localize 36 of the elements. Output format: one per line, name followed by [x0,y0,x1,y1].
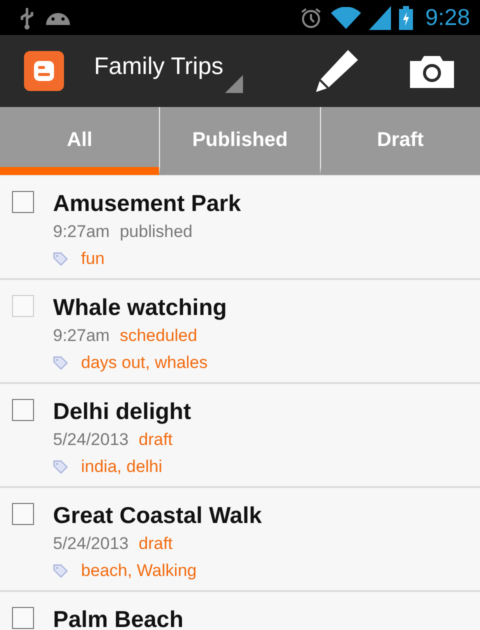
checkbox[interactable] [12,607,34,629]
wifi-icon [331,6,362,28]
post-title: Great Coastal Walk [53,501,262,530]
tag-icon [53,252,68,266]
post-status: scheduled [120,325,198,347]
tag-icon [53,564,68,578]
post-labels: days out, whales [81,352,208,374]
checkbox[interactable] [12,503,34,525]
post-title: Amusement Park [53,189,241,218]
signal-icon [369,6,392,30]
post-labels: fun [81,248,105,270]
dropdown-corner-icon [225,75,244,93]
usb-icon [18,6,36,30]
alarm-icon [299,6,324,30]
post-status: draft [138,533,173,555]
post-time: 5/24/2013 [53,533,129,555]
post-title: Whale watching [53,293,227,322]
tag-icon [53,460,68,474]
pencil-icon[interactable] [314,48,360,94]
checkbox[interactable] [12,191,34,213]
post-time: 5/24/2013 [53,429,129,451]
post-status: published [120,221,192,243]
blogger-logo-icon[interactable] [24,51,64,91]
battery-icon [399,6,414,30]
post-labels: beach, Walking [81,560,197,582]
clock: 9:28 [425,4,470,31]
post-time: 9:27am [53,325,110,347]
post-status: draft [138,429,173,451]
checkbox[interactable] [12,399,34,421]
blog-selector[interactable]: Family Trips [94,49,244,93]
post-labels: india, delhi [81,456,162,478]
post-time: 9:27am [53,221,110,243]
camera-icon[interactable] [410,54,454,88]
post-title: Palm Beach [53,605,184,630]
post-title: Delhi delight [53,397,191,426]
tag-icon [53,356,68,370]
